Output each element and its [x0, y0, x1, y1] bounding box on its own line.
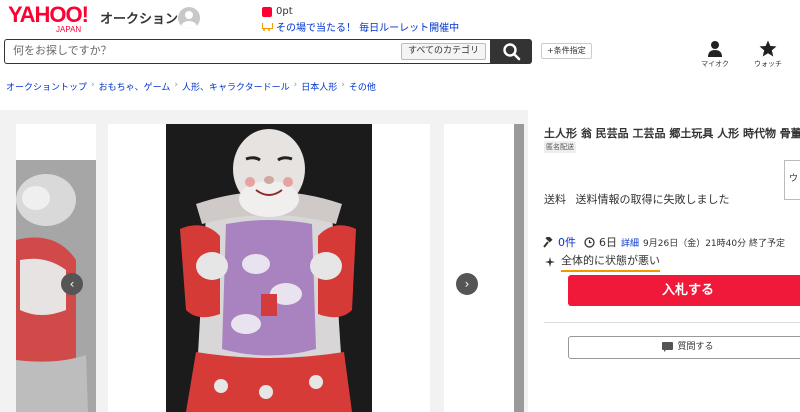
- side-panel-tab[interactable]: ウ: [784, 160, 800, 200]
- yahoo-japan-logo[interactable]: YAHOO! JAPAN: [8, 4, 98, 34]
- logo-text: YAHOO!: [8, 2, 89, 27]
- service-name[interactable]: オークション: [100, 8, 178, 27]
- sparkle-icon: [545, 257, 555, 267]
- ask-question-button[interactable]: 質問する: [568, 336, 800, 359]
- search-bar: すべてのカテゴリ: [4, 39, 492, 64]
- search-button[interactable]: [490, 39, 532, 64]
- ask-question-label: 質問する: [677, 342, 714, 352]
- watch-list-link[interactable]: ウォッチ: [750, 40, 786, 69]
- breadcrumb-item[interactable]: オークショントップ: [6, 80, 87, 93]
- end-time: 9月26日（金）21時40分 終了予定: [643, 238, 785, 249]
- time-remaining: 6日: [599, 236, 617, 249]
- shipping-label: 送料: [544, 193, 566, 206]
- next-image-thumbnail[interactable]: [514, 124, 524, 412]
- search-input[interactable]: [13, 44, 403, 57]
- breadcrumb-separator: ›: [293, 80, 298, 90]
- item-title: 土人形 翁 民芸品 工芸品 郷土玩具 人形 時代物 骨董: [544, 127, 800, 140]
- item-condition: 全体的に状態が悪い: [545, 252, 660, 272]
- points-value: 0pt: [276, 6, 293, 17]
- chevron-right-icon: ›: [464, 277, 470, 291]
- search-icon: [503, 43, 521, 61]
- roulette-promo-link[interactable]: その場で当たる！ 毎日ルーレット開催中: [262, 19, 459, 34]
- category-select[interactable]: すべてのカテゴリ: [400, 43, 486, 60]
- breadcrumb-item[interactable]: 人形、キャラクタードール: [182, 80, 290, 93]
- breadcrumb-item[interactable]: 日本人形: [301, 80, 337, 93]
- condition-text: 全体的に状態が悪い: [561, 252, 660, 272]
- next-image-button[interactable]: ›: [456, 273, 478, 295]
- person-icon: [708, 41, 722, 57]
- cart-icon: [262, 22, 273, 32]
- logo-sub-text: JAPAN: [56, 25, 82, 34]
- points-icon: [262, 6, 272, 17]
- breadcrumb-separator: ›: [341, 80, 345, 90]
- shipping-value: 送料情報の取得に失敗しました: [575, 193, 730, 206]
- detail-link[interactable]: 詳細: [621, 236, 639, 249]
- my-auction-label: マイオク: [701, 60, 729, 68]
- breadcrumb-item[interactable]: その他: [349, 80, 376, 93]
- doll-side-picture: [16, 160, 96, 412]
- divider: [544, 322, 800, 323]
- breadcrumb-separator: ›: [91, 80, 95, 90]
- anonymous-shipping-badge: 匿名配送: [544, 141, 576, 153]
- previous-image-thumbnail[interactable]: [16, 160, 96, 412]
- side-panel-tab-label: ウ: [789, 174, 799, 184]
- breadcrumb: オークショントップ › おもちゃ、ゲーム › 人形、キャラクタードール › 日本…: [6, 80, 376, 93]
- watch-label: ウォッチ: [754, 60, 782, 68]
- shipping-info: 送料 送料情報の取得に失敗しました: [544, 191, 730, 207]
- star-icon: [759, 40, 777, 57]
- points-display[interactable]: 0pt: [262, 6, 293, 17]
- main-product-image[interactable]: [166, 124, 372, 412]
- clay-doll-picture: [166, 124, 372, 412]
- my-auction-link[interactable]: マイオク: [698, 40, 732, 69]
- bid-status-row: 0件 6日 詳細 9月26日（金）21時40分 終了予定: [543, 234, 785, 250]
- condition-filter-button[interactable]: +条件指定: [541, 43, 592, 59]
- avatar[interactable]: [178, 7, 200, 29]
- gavel-icon: [543, 236, 553, 248]
- bid-button[interactable]: 入札する: [568, 275, 800, 306]
- bid-count[interactable]: 0件: [558, 234, 576, 250]
- promo-text: その場で当たる！ 毎日ルーレット開催中: [276, 23, 460, 34]
- breadcrumb-separator: ›: [174, 80, 178, 90]
- chevron-left-icon: ‹: [69, 277, 75, 291]
- breadcrumb-item[interactable]: おもちゃ、ゲーム: [99, 80, 171, 93]
- next-thumbnail-frame: [444, 124, 514, 412]
- chat-bubble-icon: [662, 342, 674, 352]
- clock-icon: [584, 236, 595, 248]
- previous-image-button[interactable]: ‹: [61, 273, 83, 295]
